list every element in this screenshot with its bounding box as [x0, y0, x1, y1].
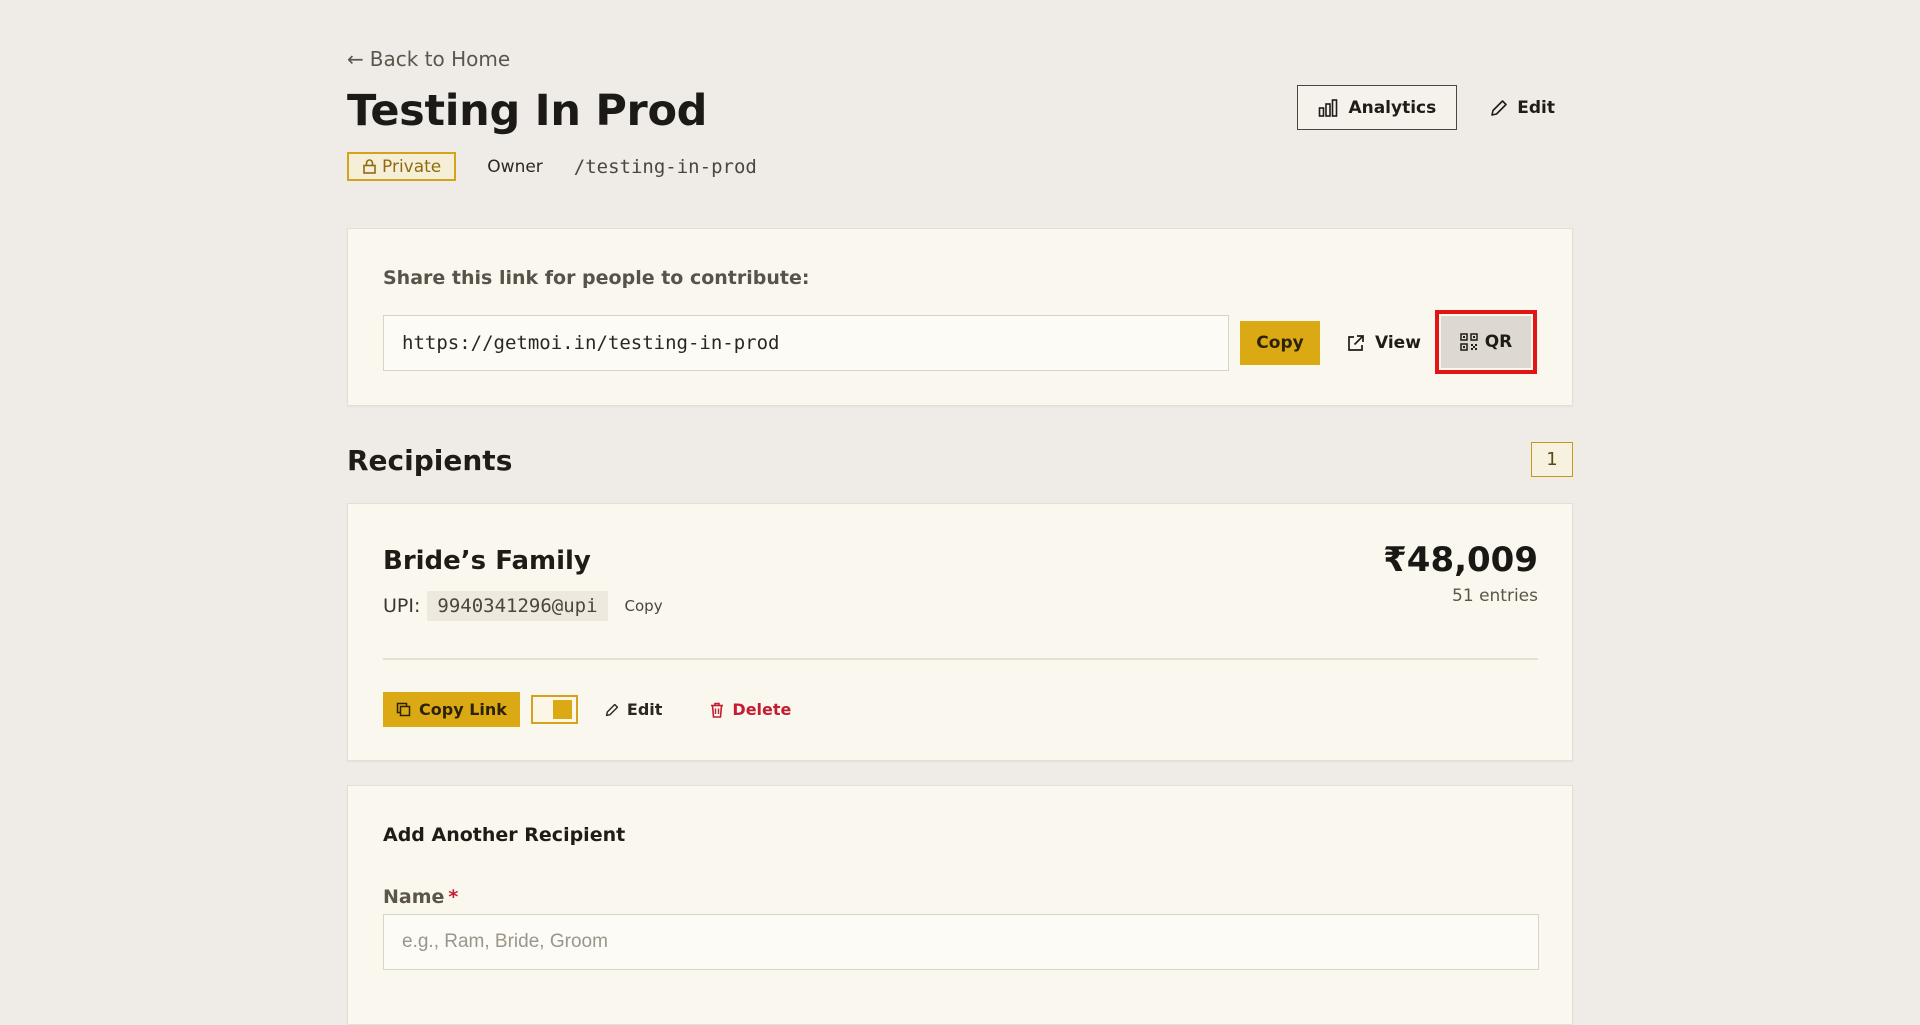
edit-recipient-button[interactable]: Edit: [605, 700, 663, 719]
back-link-label: Back to Home: [369, 47, 511, 71]
recipient-card: Bride’s Family UPI: 9940341296@upi Copy …: [347, 503, 1573, 761]
copy-link-label: Copy Link: [419, 700, 507, 719]
share-label: Share this link for people to contribute…: [383, 267, 810, 289]
add-recipient-title: Add Another Recipient: [383, 824, 626, 846]
share-link-field[interactable]: https://getmoi.in/testing-in-prod: [383, 315, 1229, 371]
header-actions: Analytics Edit: [1297, 85, 1573, 130]
view-label: View: [1375, 333, 1421, 353]
external-link-icon: [1346, 334, 1365, 353]
upi-label: UPI:: [383, 595, 421, 617]
delete-label: Delete: [732, 700, 792, 719]
trash-icon: [710, 702, 724, 718]
required-mark: *: [448, 886, 459, 908]
recipient-amount: ₹48,009: [1383, 540, 1538, 580]
lock-icon: [363, 159, 376, 174]
recipient-entries: 51 entries: [1452, 586, 1538, 606]
share-card: Share this link for people to contribute…: [347, 228, 1573, 406]
qr-code-icon: [1459, 333, 1478, 351]
recipient-name-input[interactable]: [383, 914, 1539, 970]
add-recipient-card: Add Another Recipient Name *: [347, 785, 1573, 1025]
copy-upi-button[interactable]: Copy: [625, 597, 663, 615]
meta-row: Private Owner /testing-in-prod: [347, 152, 757, 181]
copy-link-button[interactable]: Copy: [1240, 321, 1320, 365]
upi-value: 9940341296@upi: [427, 591, 608, 621]
bar-chart-icon: [1318, 98, 1338, 117]
private-badge: Private: [347, 152, 457, 181]
recipient-active-toggle[interactable]: [530, 695, 578, 724]
recipient-name: Bride’s Family: [383, 546, 591, 576]
toggle-knob: [552, 700, 572, 719]
edit-label: Edit: [1517, 97, 1555, 118]
upi-row: UPI: 9940341296@upi Copy: [383, 591, 663, 621]
recipient-actions: Copy Link Edit Delete: [383, 692, 791, 727]
edit-recipient-label: Edit: [626, 700, 663, 719]
analytics-button[interactable]: Analytics: [1297, 85, 1458, 130]
delete-recipient-button[interactable]: Delete: [710, 700, 791, 719]
pencil-icon: [1490, 99, 1508, 117]
qr-button[interactable]: QR: [1435, 310, 1537, 374]
name-field-label: Name *: [383, 886, 458, 908]
name-label-text: Name: [383, 886, 445, 908]
owner-label: Owner: [487, 156, 543, 177]
qr-label: QR: [1484, 332, 1513, 352]
back-to-home-link[interactable]: ← Back to Home: [347, 47, 510, 71]
pencil-icon: [605, 703, 619, 717]
arrow-left-icon: ←: [347, 47, 364, 71]
page-title: Testing In Prod: [347, 86, 708, 136]
edit-page-button[interactable]: Edit: [1490, 98, 1555, 118]
copy-icon: [396, 702, 411, 717]
private-label: Private: [382, 156, 442, 177]
copy-recipient-link-button[interactable]: Copy Link: [383, 692, 520, 727]
recipients-title: Recipients: [347, 444, 513, 477]
analytics-label: Analytics: [1348, 97, 1437, 118]
divider: [383, 658, 1538, 660]
slug-text: /testing-in-prod: [573, 155, 757, 178]
view-button[interactable]: View: [1346, 321, 1421, 365]
recipients-count-badge: 1: [1531, 442, 1573, 477]
